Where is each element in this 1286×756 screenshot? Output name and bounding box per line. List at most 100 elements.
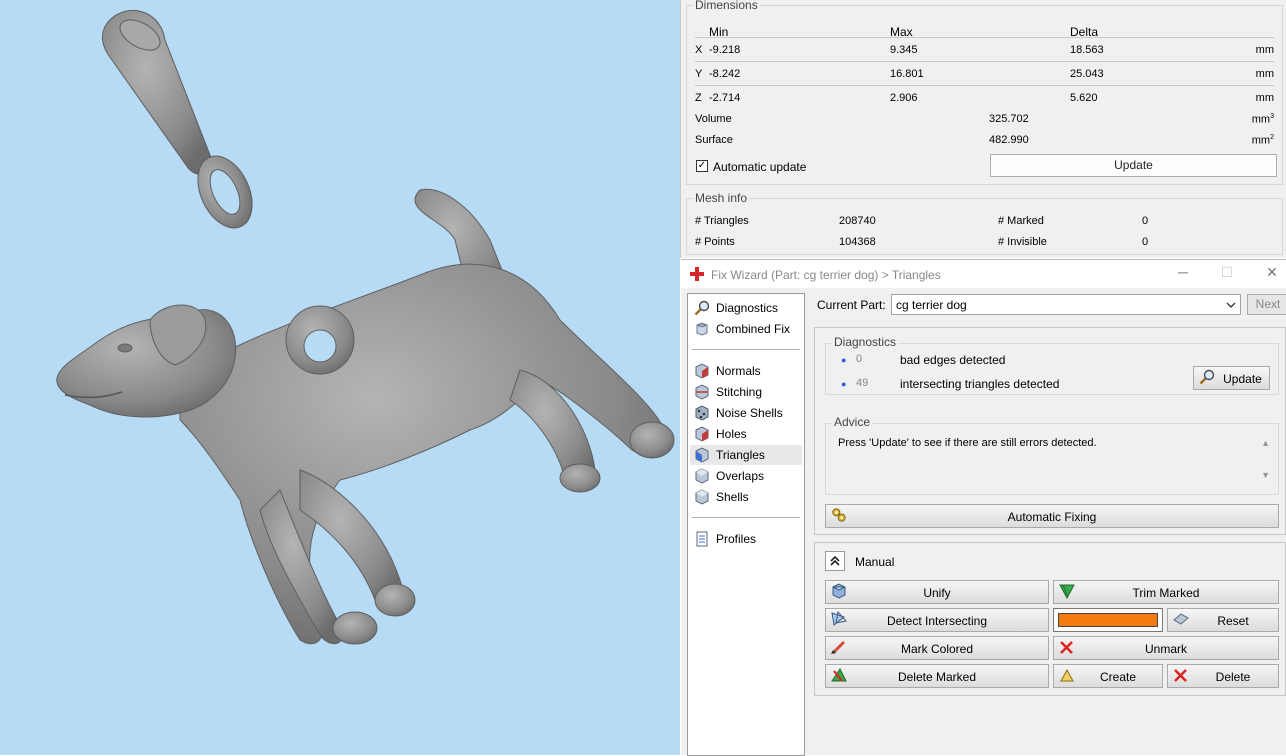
triangles-label: # Triangles: [695, 215, 749, 227]
axis-label: Y: [695, 68, 703, 80]
minimize-icon[interactable]: ─: [1168, 264, 1198, 280]
mark-colored-button[interactable]: Mark Colored: [825, 636, 1049, 660]
diagnostics-title: Diagnostics: [832, 335, 899, 349]
unmark-button[interactable]: Unmark: [1053, 636, 1279, 660]
create-button[interactable]: Create: [1053, 664, 1163, 688]
unit-label: mm: [1255, 68, 1274, 80]
next-button[interactable]: Next: [1247, 294, 1286, 315]
dog-model-render: [56, 9, 675, 645]
step-triangles[interactable]: Triangles: [690, 445, 802, 465]
current-part-value: cg terrier dog: [896, 298, 967, 312]
advice-title: Advice: [832, 415, 873, 429]
delta-value: 18.563: [1070, 44, 1104, 56]
triangles-value: 208740: [839, 215, 876, 227]
invisible-label: # Invisible: [998, 236, 1047, 248]
step-shells[interactable]: Shells: [690, 487, 802, 507]
mark-colored-label: Mark Colored: [900, 642, 974, 656]
delete-marked-label: Delete Marked: [897, 670, 977, 684]
scroll-down-icon[interactable]: ▼: [1261, 470, 1270, 480]
mesh-info-group: Mesh info # Triangles 208740 # Marked 0 …: [686, 191, 1283, 255]
mark-color-swatch[interactable]: [1053, 608, 1163, 632]
dimensions-group: Dimensions Min Max Delta X -9.218 9.345 …: [686, 0, 1283, 185]
automatic-update-checkbox[interactable]: ✓: [696, 160, 708, 172]
min-value: -9.218: [709, 44, 741, 56]
volume-value: 325.702: [989, 113, 1029, 125]
dimension-row-z: Z -2.714 2.906 5.620 mm: [695, 85, 1274, 109]
steps-divider: [692, 349, 800, 350]
wizard-steps-list: Diagnostics Combined Fix Normals Stitchi…: [687, 293, 805, 756]
step-label: Stitching: [716, 385, 763, 399]
bullet-icon: ●: [841, 379, 847, 389]
window-title: Fix Wizard (Part: cg terrier dog) > Tria…: [711, 268, 941, 282]
mark-color-fill: [1058, 613, 1158, 627]
step-combined-fix[interactable]: Combined Fix: [690, 319, 802, 339]
dimensions-update-button[interactable]: Update: [990, 154, 1277, 177]
mesh-info-title: Mesh info: [693, 191, 750, 205]
min-value: -8.242: [709, 68, 741, 80]
step-overlaps[interactable]: Overlaps: [690, 466, 802, 486]
volume-label: Volume: [695, 113, 732, 125]
manual-title: Manual: [855, 555, 895, 569]
step-profiles[interactable]: Profiles: [690, 529, 802, 549]
red-cross-icon: [690, 267, 704, 281]
automatic-fixing-button[interactable]: Automatic Fixing: [825, 504, 1279, 528]
marked-label: # Marked: [998, 215, 1044, 227]
steps-divider: [692, 517, 800, 518]
close-icon[interactable]: ✕: [1257, 264, 1286, 281]
intersecting-text: intersecting triangles detected: [900, 377, 1060, 391]
current-part-select[interactable]: cg terrier dog: [891, 294, 1241, 315]
holes-cube-icon: [695, 426, 709, 442]
overlaps-cube-icon: [695, 468, 709, 484]
axis-label: X: [695, 44, 703, 56]
dimension-row-y: Y -8.242 16.801 25.043 mm: [695, 61, 1274, 85]
bad-edges-count: 0: [856, 353, 863, 365]
intersecting-count: 49: [856, 377, 869, 389]
min-value: -2.714: [709, 92, 741, 104]
step-stitching[interactable]: Stitching: [690, 382, 802, 402]
step-label: Diagnostics: [716, 301, 779, 315]
unify-button[interactable]: Unify: [825, 580, 1049, 604]
step-label: Overlaps: [716, 469, 765, 483]
maximize-icon[interactable]: ☐: [1212, 264, 1242, 281]
detect-intersecting-button[interactable]: Detect Intersecting: [825, 608, 1049, 632]
step-label: Normals: [716, 364, 761, 378]
scroll-up-icon[interactable]: ▲: [1261, 438, 1270, 448]
dog-model: [56, 188, 675, 645]
trim-marked-label: Trim Marked: [1132, 586, 1200, 600]
3d-viewport[interactable]: [0, 0, 680, 755]
step-diagnostics[interactable]: Diagnostics: [690, 298, 802, 318]
triangles-cube-icon: [695, 447, 709, 463]
dimension-row-x: X -9.218 9.345 18.563 mm: [695, 37, 1274, 61]
step-noise-shells[interactable]: Noise Shells: [690, 403, 802, 423]
collapse-toggle[interactable]: [825, 551, 845, 571]
stitching-cube-icon: [695, 384, 709, 400]
volume-unit: mm3: [1251, 113, 1274, 126]
reset-label: Reset: [1217, 614, 1249, 628]
surface-unit-text: mm: [1251, 134, 1271, 147]
step-label: Profiles: [716, 532, 757, 546]
diagnostics-update-button[interactable]: Update: [1193, 366, 1270, 390]
window-titlebar[interactable]: Fix Wizard (Part: cg terrier dog) > Tria…: [681, 260, 1286, 288]
step-label: Holes: [716, 427, 747, 441]
marked-value: 0: [1142, 215, 1149, 227]
step-normals[interactable]: Normals: [690, 361, 802, 381]
points-value: 104368: [839, 236, 876, 248]
document-icon: [696, 531, 708, 547]
surface-unit: mm2: [1251, 134, 1274, 147]
unit-label: mm: [1255, 44, 1274, 56]
step-holes[interactable]: Holes: [690, 424, 802, 444]
advice-text: Press 'Update' to see if there are still…: [838, 437, 1097, 449]
volume-unit-text: mm: [1251, 113, 1271, 126]
delta-value: 25.043: [1070, 68, 1104, 80]
delete-marked-button[interactable]: Delete Marked: [825, 664, 1049, 688]
delete-button[interactable]: Delete: [1167, 664, 1279, 688]
chevron-down-icon: [1226, 302, 1236, 308]
delete-label: Delete: [1215, 670, 1251, 684]
noise-shells-icon: [695, 405, 709, 421]
unmark-label: Unmark: [1144, 642, 1187, 656]
max-value: 16.801: [890, 68, 924, 80]
magnifier-icon: [1199, 369, 1215, 385]
step-label: Shells: [716, 490, 749, 504]
reset-button[interactable]: Reset: [1167, 608, 1279, 632]
trim-marked-button[interactable]: Trim Marked: [1053, 580, 1279, 604]
